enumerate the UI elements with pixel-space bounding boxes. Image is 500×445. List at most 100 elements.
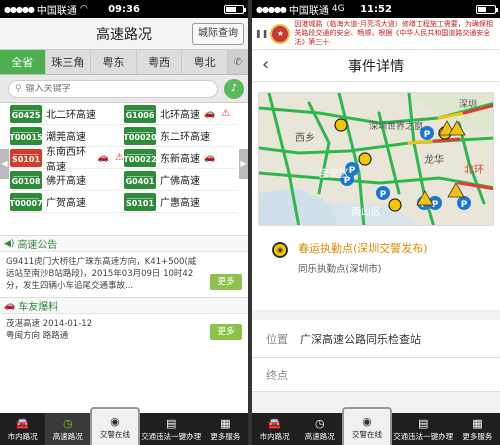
status-bar: ●●●●● 中国联通 ◠ 09:36 xyxy=(0,0,248,18)
road-item[interactable]: G0401 广佛高速 xyxy=(124,169,238,191)
report-line-1: 茂湛高速 2014-01-12 xyxy=(6,319,93,329)
tab-label: 交通违法一键办理 xyxy=(393,431,454,441)
road-code-badge: G0401 xyxy=(124,170,156,189)
tab-bar: 🚘 市内路况 ◷ 高速路况 ◉ 交警在线 ▤ 交通违法一键办理 ▦ 更多服务 xyxy=(252,407,500,445)
traffic-map[interactable]: P P P P P P P xyxy=(258,92,494,226)
signal-icon: ●●●●● xyxy=(256,4,287,14)
police-icon: ◉ xyxy=(362,414,372,428)
road-code-badge: G0108 xyxy=(10,170,42,189)
pause-icon[interactable]: ❚❚ xyxy=(255,29,268,38)
carrier-name: 中国联通 xyxy=(288,5,329,17)
road-name: 东新高速 xyxy=(160,154,200,165)
status-right xyxy=(476,4,498,14)
warning-icon: ⚠ xyxy=(221,108,231,119)
region-tab-prd[interactable]: 珠三角 xyxy=(46,50,92,74)
endpoint-label: 终点 xyxy=(266,368,288,382)
region-tab-west[interactable]: 粤西 xyxy=(137,50,183,74)
banner-text: 因港城路（临海大道-月亮湾大道）修缮工程施工需要，为确保相关路段交通的安全、畅顺… xyxy=(294,20,493,46)
road-code-badge: T00022 xyxy=(123,148,157,167)
tab-highway-traffic[interactable]: ◷ 高速路况 xyxy=(297,413,342,445)
svg-text:深圳: 深圳 xyxy=(459,99,477,110)
phone-icon[interactable]: ✆ xyxy=(227,50,248,74)
reports-title: 车友爆料 xyxy=(18,302,59,313)
region-tabs: 全省 珠三角 粤东 粤西 粤北 ✆ xyxy=(0,50,248,75)
road-code-badge: S0101 xyxy=(10,148,42,167)
road-item[interactable]: T00007 广贺高速 xyxy=(9,191,124,213)
region-tab-north[interactable]: 粤北 xyxy=(182,50,228,74)
clock-icon: ◷ xyxy=(62,416,73,430)
report-line-2: 粤闽方向 路路通 xyxy=(6,331,69,341)
notice-title: 高速公告 xyxy=(17,240,58,251)
road-item[interactable]: S0101 东南西环高速 🚗 ⚠ xyxy=(10,147,124,173)
speaker-icon: ◀) xyxy=(4,238,15,249)
tab-more-services[interactable]: ▦ 更多服务 xyxy=(455,413,500,445)
document-icon: ▤ xyxy=(417,416,429,430)
next-page-arrow-icon[interactable]: ▶ xyxy=(239,149,248,179)
road-name: 广贺高速 xyxy=(46,198,86,209)
event-title: 春运执勤点(深圳交警发布) xyxy=(298,242,428,255)
road-item[interactable]: T00022 东新高速 🚗 xyxy=(123,147,238,169)
road-item[interactable]: G0108 佛开高速 xyxy=(10,169,124,191)
tab-highway-traffic[interactable]: ◷ 高速路况 xyxy=(45,413,91,445)
tab-violation[interactable]: ▤ 交通违法一键办理 xyxy=(140,413,203,445)
notice-banner[interactable]: ❚❚ ★ 因港城路（临海大道-月亮湾大道）修缮工程施工需要，为确保相关路段交通的… xyxy=(252,18,500,50)
road-item[interactable]: G0425 北二环高速 xyxy=(10,103,124,125)
reports-more-button[interactable]: 更多 xyxy=(210,324,242,340)
page-title: 高速路况 xyxy=(96,26,152,43)
grid-icon: ▦ xyxy=(220,416,231,430)
svg-text:宝安区: 宝安区 xyxy=(319,167,349,180)
tab-police-online[interactable]: ◉ 交警在线 xyxy=(342,407,392,445)
tab-violation[interactable]: ▤ 交通违法一键办理 xyxy=(392,413,455,445)
tab-label: 交警在线 xyxy=(99,429,130,439)
status-right xyxy=(224,4,246,14)
endpoint-row: 终点 xyxy=(252,358,500,392)
road-name: 潮莞高速 xyxy=(46,132,86,143)
car-front-icon: 🚘 xyxy=(267,416,282,430)
search-row: ⚲ ♪ xyxy=(0,75,248,103)
event-info: 位置 广深高速公路同乐检查站 终点 xyxy=(252,310,500,413)
svg-text:深圳世界之窗: 深圳世界之窗 xyxy=(369,120,423,132)
road-item[interactable]: T00020 东二环高速 xyxy=(123,125,238,147)
tab-label: 交通违法一键办理 xyxy=(141,431,202,441)
carrier-name: 中国联通 xyxy=(36,5,77,17)
prev-page-arrow-icon[interactable]: ◀ xyxy=(0,149,9,179)
police-badge-icon: ★ xyxy=(270,23,291,44)
city-query-button[interactable]: 城际查询 xyxy=(192,23,244,45)
wifi-icon: ◠ xyxy=(79,4,88,14)
police-cap-icon: ◉ xyxy=(272,242,288,258)
tab-police-online[interactable]: ◉ 交警在线 xyxy=(90,407,140,445)
signal-icon: ●●●●● xyxy=(4,4,35,14)
location-value: 广深高速公路同乐检查站 xyxy=(300,332,421,346)
svg-text:西乡: 西乡 xyxy=(295,132,315,144)
region-tab-east[interactable]: 粤东 xyxy=(91,50,137,74)
svg-text:北环: 北环 xyxy=(464,164,484,176)
reports-section: 🚗 车友爆料 茂湛高速 2014-01-12 粤闽方向 路路通 更多 xyxy=(0,297,248,347)
reports-body[interactable]: 茂湛高速 2014-01-12 粤闽方向 路路通 更多 xyxy=(0,314,248,346)
svg-text:南山区: 南山区 xyxy=(351,205,381,218)
reports-header: 🚗 车友爆料 xyxy=(0,298,248,314)
network-type: 4G xyxy=(331,4,345,14)
road-code-badge: S0101 xyxy=(124,192,156,211)
microphone-icon[interactable]: ♪ xyxy=(224,78,244,99)
tab-city-traffic[interactable]: 🚘 市内路况 xyxy=(252,413,297,445)
tab-label: 交警在线 xyxy=(351,429,382,439)
car-icon: 🚗 xyxy=(97,152,110,163)
road-item[interactable]: S0101 广惠高速 xyxy=(124,191,238,213)
back-chevron-icon[interactable]: ‹ xyxy=(262,54,269,75)
road-code-badge: T00007 xyxy=(9,192,43,211)
tab-city-traffic[interactable]: 🚘 市内路况 xyxy=(0,413,45,445)
svg-text:P: P xyxy=(380,190,387,200)
road-name: 广惠高速 xyxy=(160,198,200,209)
tab-label: 更多服务 xyxy=(210,431,241,441)
road-name: 北二环高速 xyxy=(46,110,96,121)
notice-body[interactable]: G9411虎门大桥往广珠东高速方向，K41+500(威远站至南沙B站路段)，20… xyxy=(0,252,248,296)
road-item[interactable]: G1006 北环高速 🚗 ⚠ xyxy=(124,103,238,125)
nav-bar: 高速路况 城际查询 xyxy=(0,18,248,50)
search-input[interactable] xyxy=(25,83,211,94)
right-screen: ●●●●● 中国联通 4G 11:52 ❚❚ ★ 因港城路（临海大道-月亮湾大道… xyxy=(252,0,500,445)
map-canvas: P P P P P P P xyxy=(259,93,493,225)
region-tab-all[interactable]: 全省 xyxy=(0,50,46,74)
tab-more-services[interactable]: ▦ 更多服务 xyxy=(203,413,248,445)
notice-more-button[interactable]: 更多 xyxy=(210,274,242,290)
event-subtitle: 同乐执勤点(深圳市) xyxy=(298,264,382,275)
